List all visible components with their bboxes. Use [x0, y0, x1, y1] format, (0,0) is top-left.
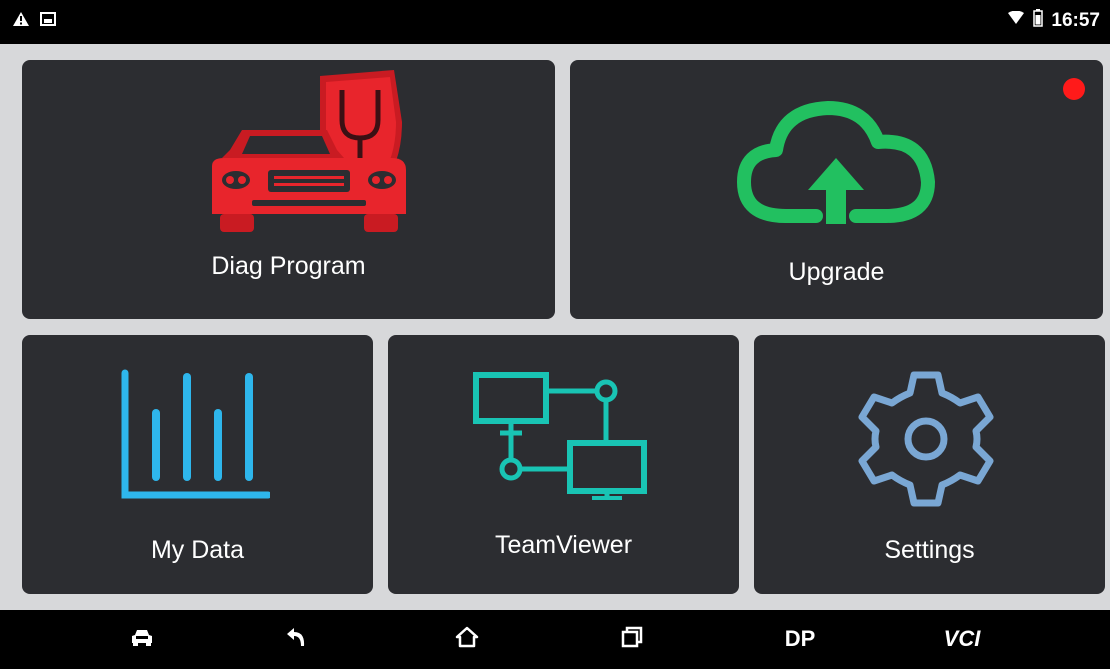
- teamviewer-tile[interactable]: TeamViewer: [388, 335, 739, 594]
- settings-tile[interactable]: Settings: [754, 335, 1105, 594]
- status-time: 16:57: [1051, 9, 1100, 31]
- recent-apps-icon: [621, 626, 643, 653]
- home-button[interactable]: [437, 618, 497, 660]
- car-icon: [131, 628, 153, 651]
- bar-chart-icon: [120, 369, 272, 508]
- upgrade-label: Upgrade: [788, 258, 885, 286]
- warning-icon: [12, 11, 30, 32]
- diag-program-label: Diag Program: [211, 252, 366, 280]
- battery-icon: [1033, 9, 1044, 32]
- back-button[interactable]: [266, 618, 326, 660]
- upgrade-tile[interactable]: Upgrade: [570, 60, 1103, 319]
- notification-badge: [1063, 78, 1085, 100]
- status-bar: 16:57: [0, 0, 1110, 44]
- teamviewer-label: TeamViewer: [494, 531, 633, 559]
- status-left: [12, 11, 56, 32]
- dp-label: DP: [784, 626, 816, 651]
- image-icon: [40, 12, 56, 31]
- home-icon: [455, 626, 479, 653]
- vci-button[interactable]: VCI: [932, 618, 992, 660]
- my-data-tile[interactable]: My Data: [22, 335, 373, 594]
- my-data-label: My Data: [150, 536, 245, 564]
- recent-apps-button[interactable]: [602, 618, 662, 660]
- network-icon: [472, 371, 652, 506]
- car-button[interactable]: [112, 618, 172, 660]
- dp-button[interactable]: DP: [770, 618, 830, 660]
- diag-program-tile[interactable]: Diag Program: [22, 60, 555, 319]
- car-diagnostic-icon: [212, 70, 412, 240]
- wifi-icon: [1007, 10, 1025, 30]
- nav-bar: DP VCI: [0, 610, 1110, 669]
- gear-icon: [854, 367, 998, 516]
- vci-label: VCI: [943, 626, 981, 651]
- status-right: 16:57: [1007, 9, 1100, 32]
- cloud-upload-icon: [736, 98, 936, 233]
- settings-label: Settings: [884, 536, 975, 564]
- back-icon: [285, 626, 307, 653]
